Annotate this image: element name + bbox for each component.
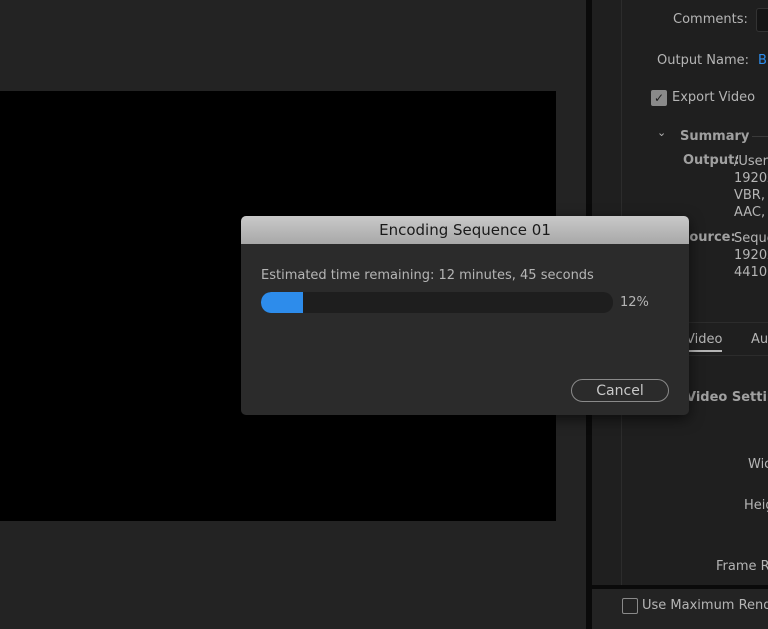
progress-percent: 12% (620, 295, 649, 310)
summary-label: Summary (680, 129, 750, 144)
source-line: 44100 (734, 265, 768, 280)
tab-video[interactable]: Video (686, 332, 723, 352)
dialog-title: Encoding Sequence 01 (241, 216, 689, 244)
progress-bar (261, 292, 613, 313)
source-line: 1920x (734, 248, 768, 263)
tab-audio[interactable]: Au (751, 332, 768, 347)
max-render-label: Use Maximum Rende (642, 598, 768, 613)
encoding-dialog: Encoding Sequence 01 Estimated time rema… (241, 216, 689, 415)
height-label: Heig (744, 498, 768, 513)
progress-fill (261, 292, 304, 313)
output-summary: /Users 1920x VBR, : AAC, : (734, 153, 768, 221)
source-line: Seque (734, 231, 768, 246)
output-label: Output: (683, 153, 740, 168)
width-label: Wic (748, 457, 768, 472)
summary-rule (752, 136, 768, 137)
comments-label: Comments: (673, 12, 748, 27)
output-name-label: Output Name: (657, 53, 750, 68)
output-line: /Users (734, 154, 768, 169)
export-video-checkbox[interactable]: ✓ (651, 90, 667, 106)
comments-input[interactable] (756, 8, 768, 32)
time-remaining: Estimated time remaining: 12 minutes, 45… (261, 268, 594, 283)
source-summary: Seque 1920x 44100 (734, 230, 768, 281)
video-settings-label: Video Setting (686, 390, 768, 405)
frame-rate-label: Frame Ra (716, 559, 768, 574)
export-video-label: Export Video (672, 90, 756, 105)
output-line: AAC, : (734, 205, 768, 220)
output-line: VBR, : (734, 188, 768, 203)
cancel-button[interactable]: Cancel (571, 379, 669, 402)
chevron-down-icon[interactable]: ⌄ (657, 126, 666, 139)
output-line: 1920x (734, 171, 768, 186)
output-name-link[interactable]: Bl (758, 53, 768, 68)
max-render-checkbox[interactable] (622, 598, 638, 614)
